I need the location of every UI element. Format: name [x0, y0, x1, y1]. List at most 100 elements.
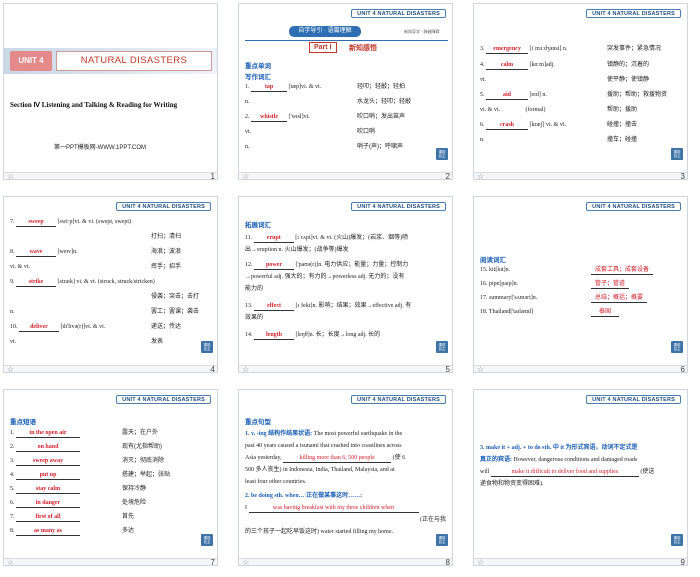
answer-blank[interactable]: wave — [16, 249, 56, 257]
sentence-text: 的三个孩子一起吃早饭这时) water started filling my h… — [245, 529, 393, 535]
answer-blank[interactable]: on hand — [16, 444, 80, 452]
nav-button[interactable]: 课前 自主 — [436, 148, 448, 160]
answer-blank[interactable]: calm — [486, 62, 528, 70]
meaning: 现有(尤指帮助) — [122, 444, 162, 450]
answer-blank[interactable]: sweep away — [16, 458, 80, 466]
answer-blank[interactable]: 总结；概括；概要 — [591, 295, 648, 303]
answer-blank[interactable]: in the open air — [16, 430, 80, 438]
meaning: 碰撞；撞击 — [607, 122, 638, 128]
slide-thumbnail-9[interactable]: UNIT 4 NATURAL DISASTERS 3. make it + ad… — [473, 389, 688, 566]
slide-thumbnail-6[interactable]: UNIT 4 NATURAL DISASTERS 阅读词汇 15. kit[kɪ… — [473, 196, 688, 373]
definition: [leŋθ]n. 长；长度→long adj. 长的 — [295, 332, 381, 338]
meaning: 挥手；招手 — [151, 264, 182, 270]
slide-thumbnail-1[interactable]: UNIT 4 NATURAL DISASTERS Section Ⅳ Liste… — [3, 3, 218, 180]
star-icon[interactable]: ☆ — [242, 558, 249, 565]
slide-thumbnail-grid: UNIT 4 NATURAL DISASTERS Section Ⅳ Liste… — [0, 0, 700, 577]
sentence-text: past 40 years caused a tsunami that cras… — [245, 443, 402, 449]
nav-button[interactable]: 课前 自主 — [671, 534, 683, 546]
answer-blank[interactable]: was having breakfast with my three child… — [248, 505, 419, 513]
slide-footer: ☆ 4 — [4, 365, 217, 372]
slide-thumbnail-2[interactable]: UNIT 4 NATURAL DISASTERS 自学导引 · 语篇理解 新知导… — [238, 3, 453, 180]
meaning: 海浪；波浪 — [151, 249, 182, 255]
nav-button[interactable]: 课前 自主 — [436, 534, 448, 546]
slide-footer: ☆ 8 — [239, 558, 452, 565]
slide-thumbnail-4[interactable]: UNIT 4 NATURAL DISASTERS 7. sweep [swiːp… — [3, 196, 218, 373]
header-tag: UNIT 4 NATURAL DISASTERS — [586, 202, 681, 211]
answer-blank[interactable]: aid — [486, 92, 528, 100]
answer-blank[interactable]: erupt — [253, 235, 294, 243]
slide-thumbnail-5[interactable]: UNIT 4 NATURAL DISASTERS 拓展词汇 11. erupt … — [238, 196, 453, 373]
word: pipe[paɪp]n. — [489, 281, 519, 287]
item-number: 7. — [10, 514, 15, 520]
star-icon[interactable]: ☆ — [477, 558, 484, 565]
star-icon[interactable]: ☆ — [7, 172, 14, 179]
header-tag: UNIT 4 NATURAL DISASTERS — [351, 202, 446, 211]
lesson-tab: 自学导引 · 语篇理解 — [289, 26, 361, 37]
answer-blank[interactable]: whistle — [251, 114, 287, 122]
answer-blank[interactable]: power — [254, 262, 294, 270]
slide-number: 7 — [210, 558, 215, 566]
star-icon[interactable]: ☆ — [477, 365, 484, 372]
answer-blank[interactable]: length — [254, 332, 294, 340]
star-icon[interactable]: ☆ — [242, 365, 249, 372]
item-number: 10. — [10, 324, 18, 330]
pronunciation: [tæp]vi. & vt. — [288, 84, 322, 90]
slide-thumbnail-3[interactable]: UNIT 4 NATURAL DISASTERS 3. emergency [i… — [473, 3, 688, 180]
slide-number: 3 — [680, 172, 685, 180]
answer-blank[interactable]: tap — [251, 84, 287, 92]
pronunciation: [swiːp]vt. & vi. (swept, swept) — [57, 219, 132, 225]
answer-blank[interactable]: put up — [16, 472, 80, 480]
item-number: 12. — [245, 262, 253, 268]
sub-heading: 写作词汇 — [245, 74, 271, 81]
slide-footer: ☆ 6 — [474, 365, 687, 372]
answer-blank[interactable]: effect — [254, 303, 294, 311]
item-number: 8. — [10, 249, 15, 255]
star-icon[interactable]: ☆ — [7, 365, 14, 372]
sentence-text: (使送 — [640, 469, 655, 475]
slide-number: 5 — [445, 365, 450, 373]
sentence-text: (正在与我 — [420, 517, 446, 523]
star-icon[interactable]: ☆ — [477, 172, 484, 179]
nav-button[interactable]: 课前 自主 — [201, 341, 213, 353]
answer-blank[interactable]: make it difficult to deliver food and su… — [490, 469, 639, 477]
answer-blank[interactable]: sweep — [16, 219, 56, 227]
header-tag: UNIT 4 NATURAL DISASTERS — [351, 9, 446, 18]
word: Thailand['taɪlænd] — [488, 309, 533, 315]
answer-blank[interactable]: strike — [16, 279, 56, 287]
answer-blank[interactable]: in danger — [16, 500, 80, 508]
nav-button[interactable]: 课前 自主 — [671, 148, 683, 160]
meaning: 侵袭；突击；击打 — [151, 294, 200, 300]
part-label: Part Ⅰ — [309, 42, 337, 53]
slide-footer: ☆ 2 — [239, 172, 452, 179]
answer-blank[interactable]: crash — [486, 122, 528, 130]
answer-blank[interactable]: stay calm — [16, 486, 80, 494]
answer-blank[interactable]: as many as — [16, 528, 80, 536]
pos-label: n. — [245, 144, 250, 150]
answer-blank[interactable]: 管子；管道 — [591, 281, 630, 289]
answer-blank[interactable]: emergency — [486, 46, 528, 54]
pos-label: vt. — [480, 77, 487, 83]
answer-blank[interactable]: 成套工具；成套设备 — [591, 267, 654, 275]
header-tag: UNIT 4 NATURAL DISASTERS — [116, 202, 211, 211]
answer-blank[interactable]: killing more than 6, 500 people — [283, 455, 392, 463]
nav-button[interactable]: 课前 自主 — [436, 341, 448, 353]
item-number: 1. — [10, 430, 15, 436]
nav-button[interactable]: 课前 自主 — [201, 534, 213, 546]
item-number: 16. — [480, 281, 488, 287]
pronunciation: [iˈmɜːdʒənsi] n. — [529, 46, 568, 52]
nav-button[interactable]: 课前 自主 — [671, 341, 683, 353]
answer-blank[interactable]: deliver — [19, 324, 59, 332]
item-number: 14. — [245, 332, 253, 338]
definition: [ɪˈrʌpt]vi. & vt. (火山)爆发；(岩浆、烟等)喷 — [295, 235, 409, 241]
star-icon[interactable]: ☆ — [242, 172, 249, 179]
star-icon[interactable]: ☆ — [7, 558, 14, 565]
definition: [ɪˈfekt]n. 影响；结果；效果→effective adj. 有 — [295, 303, 412, 309]
answer-blank[interactable]: first of all — [16, 514, 80, 522]
slide-thumbnail-8[interactable]: UNIT 4 NATURAL DISASTERS 重点句型 1. v. -ing… — [238, 389, 453, 566]
slide-thumbnail-7[interactable]: UNIT 4 NATURAL DISASTERS 重点短语 1. in the … — [3, 389, 218, 566]
meaning: 水龙头；轻叩；轻敲 — [357, 99, 412, 105]
item-number: 11. — [245, 235, 253, 241]
section-heading: 重点单词 — [245, 63, 271, 70]
answer-blank[interactable]: 泰国 — [591, 309, 620, 317]
sentence-text: I — [245, 505, 247, 511]
